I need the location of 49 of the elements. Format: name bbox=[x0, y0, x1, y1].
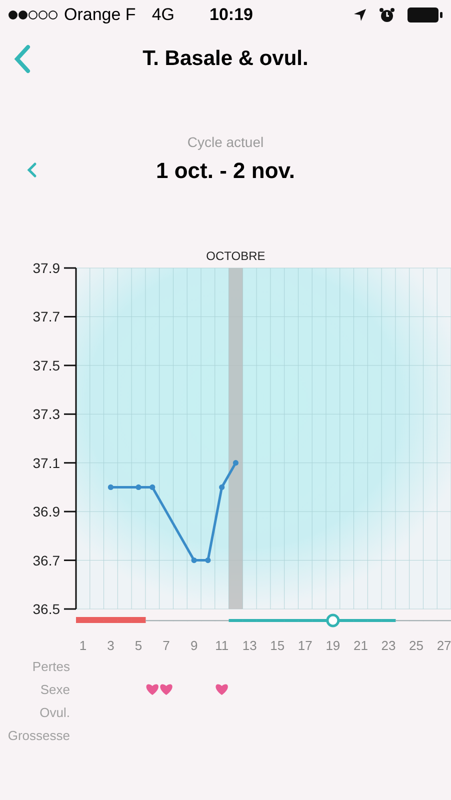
signal-icon bbox=[8, 10, 60, 20]
y-tick-label: 36.7 bbox=[32, 552, 60, 568]
back-icon bbox=[13, 44, 31, 74]
x-tick-label: 27 bbox=[436, 638, 451, 653]
data-point bbox=[232, 460, 239, 466]
row-label: Ovul. bbox=[40, 705, 70, 720]
y-tick-label: 37.1 bbox=[32, 454, 60, 471]
x-tick-label: 9 bbox=[190, 638, 198, 653]
x-tick-label: 5 bbox=[134, 638, 142, 653]
month-label: OCTOBRE bbox=[206, 249, 266, 263]
x-tick-label: 17 bbox=[298, 638, 312, 653]
clock-time: 10:19 bbox=[210, 4, 253, 26]
y-tick-label: 37.3 bbox=[32, 406, 60, 422]
page-title: T. Basale & ovul. bbox=[142, 46, 308, 72]
data-point bbox=[191, 557, 197, 564]
x-tick-label: 23 bbox=[381, 638, 396, 653]
x-tick-label: 3 bbox=[107, 638, 114, 653]
x-tick-label: 11 bbox=[215, 638, 229, 653]
data-point bbox=[108, 484, 114, 490]
x-tick-label: 7 bbox=[162, 638, 170, 653]
alarm-clock-icon bbox=[379, 7, 395, 23]
battery-icon bbox=[407, 7, 443, 23]
y-tick-label: 37.5 bbox=[32, 357, 60, 374]
data-point bbox=[136, 484, 142, 490]
x-tick-label: 21 bbox=[354, 638, 368, 653]
y-tick-label: 37.7 bbox=[32, 308, 60, 325]
heart-icon bbox=[216, 684, 228, 695]
x-tick-label: 19 bbox=[326, 638, 340, 653]
heart-icon bbox=[160, 684, 172, 695]
x-tick-label: 15 bbox=[270, 638, 285, 653]
carrier-name: Orange F bbox=[64, 4, 136, 26]
x-tick-label: 25 bbox=[409, 638, 424, 653]
cycle-label: Cycle actuel bbox=[187, 133, 264, 152]
data-point bbox=[150, 484, 156, 490]
data-point bbox=[219, 484, 225, 490]
row-label: Sexe bbox=[40, 682, 70, 697]
row-label: Pertes bbox=[32, 659, 70, 674]
data-point bbox=[205, 557, 211, 564]
heart-icon bbox=[146, 684, 158, 695]
location-arrow-icon bbox=[353, 8, 367, 22]
x-tick-label: 13 bbox=[242, 638, 257, 653]
row-label: Grossesse bbox=[8, 728, 70, 743]
y-tick-label: 36.9 bbox=[32, 504, 60, 520]
y-tick-label: 37.9 bbox=[32, 260, 60, 276]
cycle-date-range: 1 oct. - 2 nov. bbox=[156, 156, 295, 184]
y-tick-label: 36.5 bbox=[32, 601, 60, 617]
chevron-left-icon bbox=[27, 162, 37, 178]
x-tick-label: 1 bbox=[79, 638, 87, 653]
network-type: 4G bbox=[152, 4, 174, 26]
